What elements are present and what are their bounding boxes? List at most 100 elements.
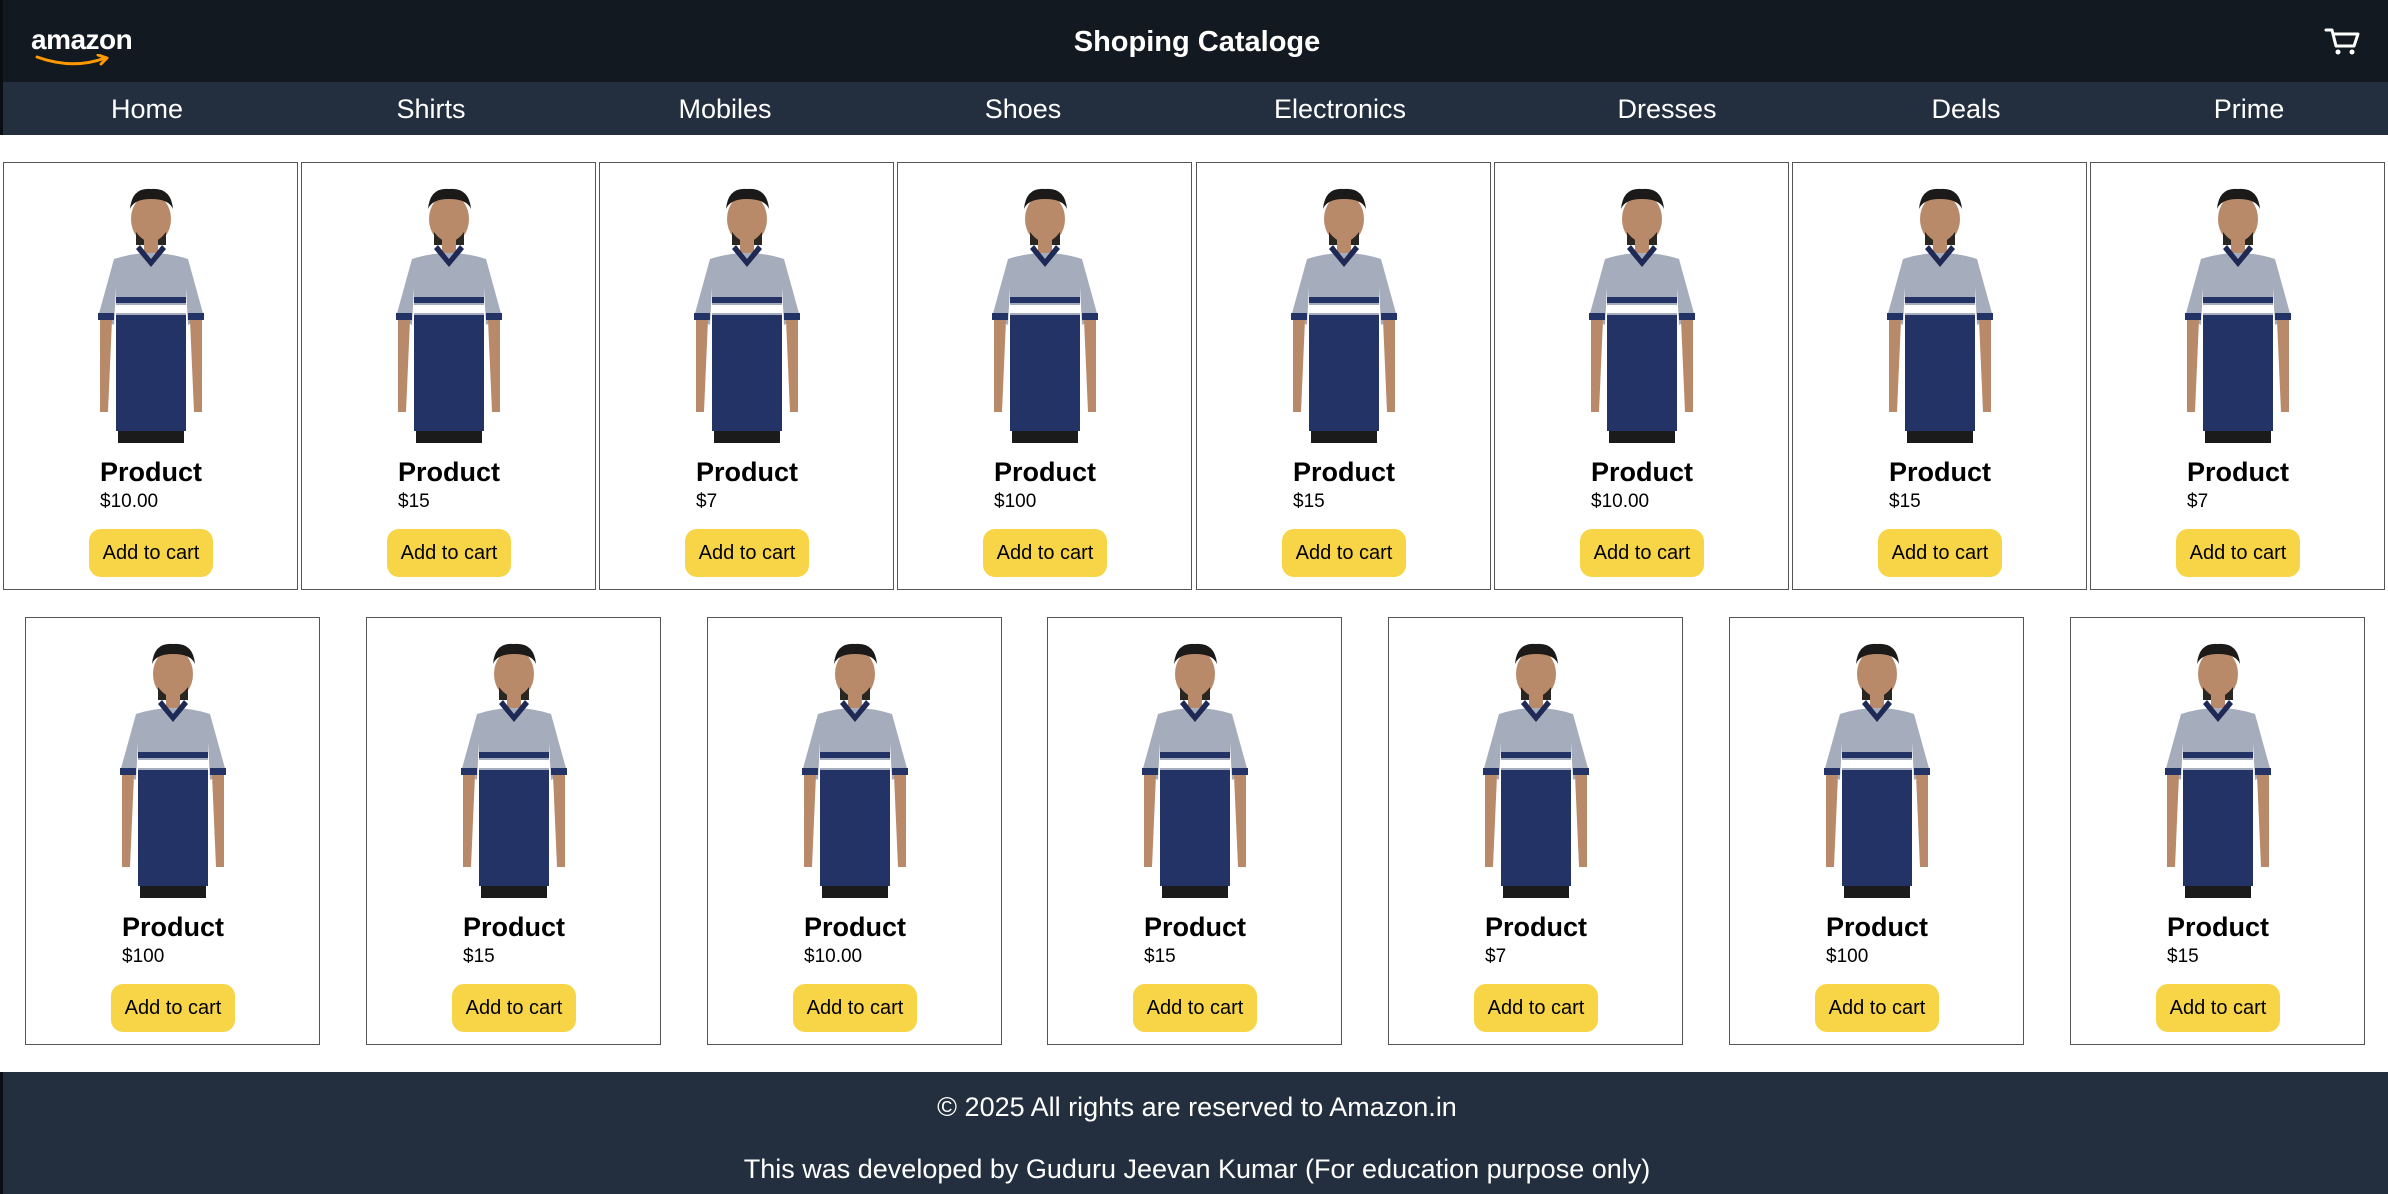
- product-image[interactable]: [437, 632, 592, 898]
- product-image[interactable]: [372, 177, 527, 443]
- product-image-icon: [120, 643, 226, 898]
- add-to-cart-button[interactable]: Add to cart: [111, 984, 235, 1032]
- add-to-cart-button[interactable]: Add to cart: [2156, 984, 2280, 1032]
- product-image[interactable]: [968, 177, 1123, 443]
- product-price: $7: [2187, 491, 2209, 512]
- product-image-icon: [1824, 643, 1930, 898]
- product-card: Product $7 Add to cart: [599, 162, 894, 590]
- product-image[interactable]: [96, 632, 251, 898]
- product-name: Product: [1144, 912, 1247, 942]
- product-card: Product $15 Add to cart: [1047, 617, 1342, 1045]
- footer-copyright: © 2025 All rights are reserved to Amazon…: [937, 1092, 1457, 1122]
- product-card: Product $100 Add to cart: [25, 617, 320, 1045]
- product-name: Product: [122, 912, 225, 942]
- add-to-cart-button[interactable]: Add to cart: [1580, 529, 1704, 577]
- product-name: Product: [1826, 912, 1929, 942]
- add-to-cart-button[interactable]: Add to cart: [1815, 984, 1939, 1032]
- product-price: $100: [994, 491, 1037, 512]
- product-card: Product $15 Add to cart: [2070, 617, 2365, 1045]
- top-header: amazon Shoping Cataloge: [0, 0, 2388, 82]
- add-to-cart-button[interactable]: Add to cart: [89, 529, 213, 577]
- product-name: Product: [696, 457, 799, 487]
- add-to-cart-button[interactable]: Add to cart: [452, 984, 576, 1032]
- add-to-cart-button[interactable]: Add to cart: [685, 529, 809, 577]
- product-name: Product: [1485, 912, 1588, 942]
- nav-item-home[interactable]: Home: [111, 82, 183, 135]
- add-to-cart-button[interactable]: Add to cart: [1282, 529, 1406, 577]
- product-name: Product: [463, 912, 566, 942]
- product-image[interactable]: [1459, 632, 1614, 898]
- product-price: $15: [1293, 491, 1325, 512]
- category-nav: Home Shirts Mobiles Shoes Electronics Dr…: [0, 82, 2388, 135]
- product-image-icon: [1142, 643, 1248, 898]
- product-image[interactable]: [1267, 177, 1422, 443]
- product-image[interactable]: [670, 177, 825, 443]
- product-image-icon: [461, 643, 567, 898]
- nav-item-shoes[interactable]: Shoes: [985, 82, 1062, 135]
- product-price: $15: [2167, 946, 2199, 967]
- product-card: Product $15 Add to cart: [366, 617, 661, 1045]
- product-image[interactable]: [1800, 632, 1955, 898]
- cart-icon[interactable]: [2324, 26, 2360, 56]
- product-image-icon: [2165, 643, 2271, 898]
- product-image-icon: [98, 188, 204, 443]
- product-price: $7: [1485, 946, 1507, 967]
- add-to-cart-button[interactable]: Add to cart: [1133, 984, 1257, 1032]
- product-price: $15: [1144, 946, 1176, 967]
- product-name: Product: [1293, 457, 1396, 487]
- product-price: $100: [122, 946, 165, 967]
- product-price: $10.00: [804, 946, 863, 967]
- product-card: Product $100 Add to cart: [1729, 617, 2024, 1045]
- product-card: Product $15 Add to cart: [301, 162, 596, 590]
- product-image[interactable]: [1863, 177, 2018, 443]
- add-to-cart-button[interactable]: Add to cart: [387, 529, 511, 577]
- product-image-icon: [802, 643, 908, 898]
- add-to-cart-button[interactable]: Add to cart: [983, 529, 1107, 577]
- product-image-icon: [694, 188, 800, 443]
- nav-item-shirts[interactable]: Shirts: [396, 82, 465, 135]
- add-to-cart-button[interactable]: Add to cart: [1878, 529, 2002, 577]
- add-to-cart-button[interactable]: Add to cart: [1474, 984, 1598, 1032]
- page-footer: © 2025 All rights are reserved to Amazon…: [0, 1072, 2388, 1194]
- nav-item-prime[interactable]: Prime: [2214, 82, 2285, 135]
- product-card: Product $100 Add to cart: [897, 162, 1192, 590]
- product-image[interactable]: [2141, 632, 2296, 898]
- product-price: $10.00: [1591, 491, 1650, 512]
- product-card: Product $15 Add to cart: [1792, 162, 2087, 590]
- product-card: Product $10.00 Add to cart: [1494, 162, 1789, 590]
- nav-item-mobiles[interactable]: Mobiles: [678, 82, 771, 135]
- footer-credit: This was developed by Guduru Jeevan Kuma…: [743, 1154, 1651, 1184]
- product-image-icon: [2185, 188, 2291, 443]
- product-card: Product $7 Add to cart: [2090, 162, 2385, 590]
- product-image-icon: [992, 188, 1098, 443]
- product-name: Product: [2167, 912, 2270, 942]
- nav-item-electronics[interactable]: Electronics: [1274, 82, 1406, 135]
- product-card: Product $15 Add to cart: [1196, 162, 1491, 590]
- product-name: Product: [100, 457, 203, 487]
- product-name: Product: [804, 912, 907, 942]
- product-image[interactable]: [2161, 177, 2316, 443]
- product-image-icon: [396, 188, 502, 443]
- add-to-cart-button[interactable]: Add to cart: [793, 984, 917, 1032]
- product-image[interactable]: [74, 177, 229, 443]
- product-name: Product: [398, 457, 501, 487]
- product-card: Product $7 Add to cart: [1388, 617, 1683, 1045]
- product-image[interactable]: [778, 632, 933, 898]
- product-image-icon: [1291, 188, 1397, 443]
- page-title: Shoping Cataloge: [1073, 26, 1321, 58]
- product-card: Product $10.00 Add to cart: [707, 617, 1002, 1045]
- product-price: $15: [398, 491, 430, 512]
- product-name: Product: [2187, 457, 2290, 487]
- product-price: $10.00: [100, 491, 159, 512]
- product-image-icon: [1483, 643, 1589, 898]
- product-name: Product: [994, 457, 1097, 487]
- product-price: $15: [1889, 491, 1921, 512]
- nav-item-deals[interactable]: Deals: [1931, 82, 2000, 135]
- product-price: $100: [1826, 946, 1869, 967]
- add-to-cart-button[interactable]: Add to cart: [2176, 529, 2300, 577]
- product-image[interactable]: [1565, 177, 1720, 443]
- product-image[interactable]: [1118, 632, 1273, 898]
- product-image-icon: [1589, 188, 1695, 443]
- product-name: Product: [1591, 457, 1694, 487]
- nav-item-dresses[interactable]: Dresses: [1617, 82, 1716, 135]
